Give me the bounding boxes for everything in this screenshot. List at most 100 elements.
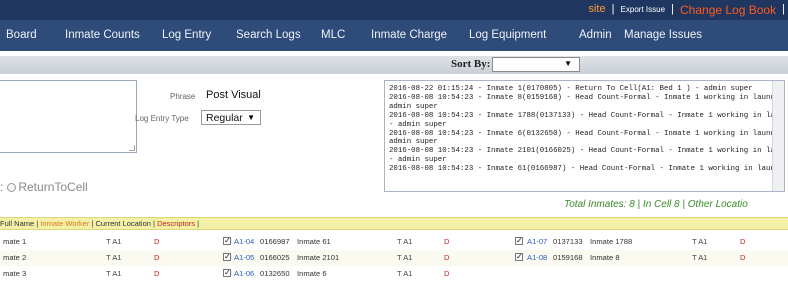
inmate-worker-cell: T A1 [397, 237, 413, 246]
change-log-book-link[interactable]: Change Log Book [680, 3, 776, 17]
radio-button-icon[interactable] [7, 183, 17, 192]
dropdown-arrow-icon: ▼ [564, 59, 572, 68]
nav-item-log-entry[interactable]: Log Entry [162, 20, 211, 51]
descriptor-cell: D [154, 237, 160, 246]
phrase-value[interactable]: Post Visual [206, 89, 261, 101]
top-strip: site | Export Issue | Change Log Book | [0, 0, 788, 20]
phrase-label: Phrase [170, 92, 196, 101]
header-full-name[interactable]: Full Name [0, 219, 34, 228]
checkbox-checked-icon [515, 249, 523, 265]
descriptor-cell: D [444, 269, 450, 278]
log-line: 2016-08-08 10:54:23 - Inmate 1788(013713… [389, 111, 785, 120]
inmate-totals: Total Inmates: 8 | In Cell 8 | Other Loc… [564, 199, 748, 210]
header-descriptors[interactable]: Descriptors [157, 219, 195, 228]
checkbox-checked-icon [223, 249, 231, 265]
log-scrollbar[interactable] [772, 81, 784, 191]
log-entry-type-select[interactable]: Regular ▼ [201, 110, 261, 125]
inmate-id: 0137133 [553, 237, 583, 246]
table-row: mate 1 T A1 D A1-04 0166987 Inmate 61 T … [0, 233, 788, 250]
log-entry-type-value: Regular [206, 112, 243, 124]
nav-item-manage-issues[interactable]: Manage Issues [624, 20, 702, 51]
log-entry-type-label: Log Entry Type [135, 114, 189, 123]
select-checkbox[interactable] [223, 233, 231, 250]
descriptor-cell: D [444, 237, 450, 246]
select-checkbox[interactable] [223, 265, 231, 282]
location-link[interactable]: A1-05 [234, 250, 254, 266]
location-link[interactable]: A1-08 [527, 250, 547, 266]
top-link-separator: | [782, 3, 785, 15]
header-separator: | [195, 219, 200, 228]
inmate-name[interactable]: Inmate 2101 [297, 250, 339, 266]
descriptor-cell: D [154, 269, 160, 278]
nav-item-log-equipment[interactable]: Log Equipment [469, 20, 546, 51]
descriptor-cell: D [740, 237, 746, 246]
inmate-worker-cell: T A1 [106, 253, 122, 262]
inmate-worker-cell: T A1 [397, 269, 413, 278]
nav-item-admin[interactable]: Admin [579, 20, 612, 51]
nav-item-board[interactable]: Board [6, 20, 37, 51]
inmate-worker-cell: T A1 [397, 253, 413, 262]
log-line: admin super [389, 138, 438, 147]
top-link-separator: | [671, 3, 674, 15]
inmate-id: 0166025 [260, 253, 290, 262]
inmate-worker-cell: T A1 [692, 253, 708, 262]
log-line: 2016-08-08 10:54:23 - Inmate 8(0159168) … [389, 93, 785, 102]
dropdown-arrow-icon: ▼ [247, 113, 255, 122]
nav-item-search-logs[interactable]: Search Logs [236, 20, 301, 51]
log-line: - admin super [389, 156, 447, 165]
nav-item-inmate-charge[interactable]: Inmate Charge [371, 20, 447, 51]
location-link[interactable]: A1-06 [234, 266, 254, 282]
log-line: 2016-08-08 10:54:23 - Inmate 6(0132650) … [389, 129, 785, 138]
resize-grip-icon[interactable] [129, 145, 135, 151]
inmate-name[interactable]: Inmate 1788 [590, 234, 632, 250]
main-nav: Board Inmate Counts Log Entry Search Log… [0, 20, 788, 51]
log-line: 2016-08-08 10:54:23 - Inmate 2101(016602… [389, 147, 785, 156]
table-header: Full Name | Inmate Worker | Current Loca… [0, 217, 788, 230]
export-issue-link[interactable]: Export Issue [621, 3, 665, 14]
sort-by-label: Sort By: [451, 58, 491, 70]
inmate-name[interactable]: Inmate 6 [297, 266, 327, 282]
header-current-location[interactable]: Current Location [95, 219, 150, 228]
location-link[interactable]: A1-04 [234, 234, 254, 250]
inmate-name[interactable]: mate 1 [3, 234, 26, 250]
inmate-name[interactable]: Inmate 61 [297, 234, 331, 250]
select-checkbox[interactable] [223, 249, 231, 266]
location-link[interactable]: A1-07 [527, 234, 547, 250]
nav-item-inmate-counts[interactable]: Inmate Counts [65, 20, 140, 51]
inmate-id: 0159168 [553, 253, 583, 262]
recent-log-panel[interactable]: 2016-08-22 01:15:24 - Inmate 1(0170805) … [384, 80, 785, 192]
radio-prefix: : [0, 180, 4, 194]
nav-item-mlc[interactable]: MLC [321, 20, 345, 51]
sort-by-select[interactable]: ▼ [492, 57, 580, 72]
descriptor-cell: D [154, 253, 160, 262]
inmate-worker-cell: T A1 [106, 269, 122, 278]
inmate-name[interactable]: mate 3 [3, 266, 26, 282]
inmate-worker-cell: T A1 [106, 237, 122, 246]
checkbox-checked-icon [515, 233, 523, 249]
checkbox-checked-icon [223, 233, 231, 249]
inmate-name[interactable]: Inmate 8 [590, 250, 620, 266]
log-line: 2016-08-08 10:54:23 - Inmate 61(0166987)… [389, 165, 785, 174]
site-link[interactable]: site [588, 3, 605, 15]
table-row: mate 2 T A1 D A1-05 0166025 Inmate 2101 … [0, 249, 788, 266]
log-line: 2016-08-22 01:15:24 - Inmate 1(0170805) … [389, 85, 753, 93]
table-row: mate 3 T A1 D A1-06 0132650 Inmate 6 T A… [0, 265, 788, 282]
inmate-id: 0166987 [260, 237, 290, 246]
select-checkbox[interactable] [515, 249, 523, 266]
inmate-name[interactable]: mate 2 [3, 250, 26, 266]
checkbox-checked-icon [223, 265, 231, 281]
descriptor-cell: D [740, 253, 746, 262]
log-line: admin super [389, 102, 438, 111]
return-to-cell-label: ReturnToCell [18, 180, 88, 194]
log-comment-textarea[interactable] [0, 80, 137, 153]
top-links: site | Export Issue | Change Log Book | [588, 3, 788, 17]
return-to-cell-option[interactable]: : ReturnToCell [0, 180, 88, 194]
select-checkbox[interactable] [515, 233, 523, 250]
header-inmate-worker[interactable]: Inmate Worker [40, 219, 89, 228]
inmate-id: 0132650 [260, 269, 290, 278]
log-lines: 2016-08-22 01:15:24 - Inmate 1(0170805) … [389, 85, 785, 174]
log-line: - admin super [389, 120, 447, 129]
descriptor-cell: D [444, 253, 450, 262]
top-link-separator: | [611, 3, 615, 15]
sort-bar: Sort By: ▼ [0, 56, 788, 74]
